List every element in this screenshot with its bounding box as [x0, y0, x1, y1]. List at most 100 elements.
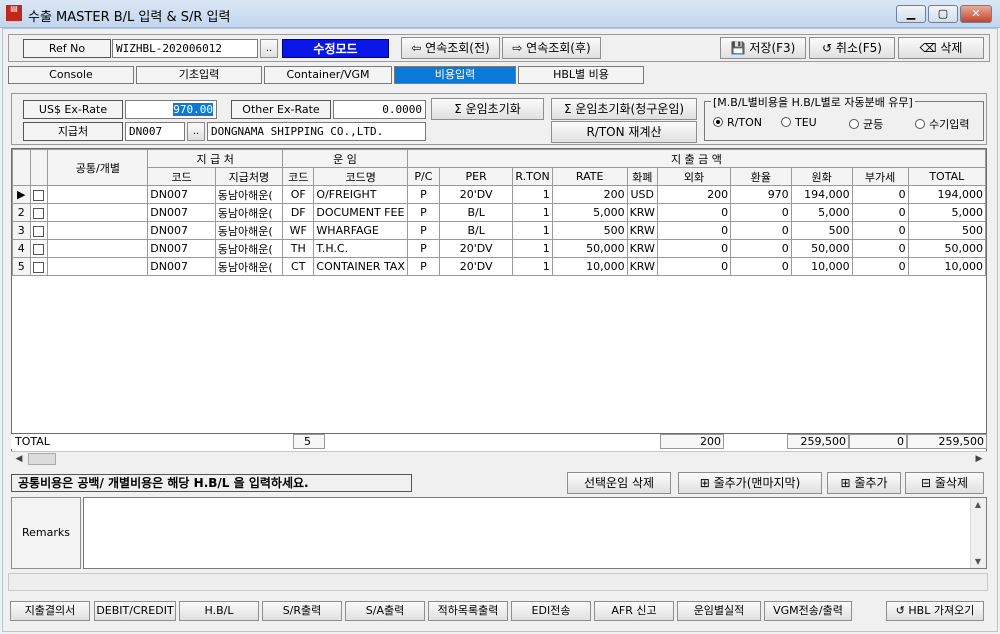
col-payee-code-cell[interactable]: DN007: [147, 185, 216, 204]
save-button[interactable]: 💾 저장(F3): [720, 37, 806, 59]
col-currency-cell[interactable]: KRW: [626, 257, 658, 276]
col-rate-cell[interactable]: 500: [551, 221, 628, 240]
row-checkbox[interactable]: [33, 189, 45, 201]
col-per-cell[interactable]: B/L: [438, 203, 514, 222]
vgm-send-button[interactable]: VGM전송/출력: [764, 601, 852, 621]
table-row[interactable]: ▶ DN007 동남아해운(OF O/FREIGHT P 20'DV 1 200 USD 200 9…: [12, 185, 986, 204]
col-payee-name-cell[interactable]: 동남아해운(: [214, 203, 284, 222]
delete-row-button[interactable]: ⊟ 줄삭제: [905, 472, 984, 494]
col-total-cell[interactable]: 50,000: [907, 239, 986, 258]
col-exrate-header[interactable]: 환율: [730, 167, 792, 186]
col-foreign-cell[interactable]: 0: [656, 203, 732, 222]
col-vat-header[interactable]: 부가세: [851, 167, 909, 186]
debit-credit-button[interactable]: DEBIT/CREDIT: [94, 601, 176, 621]
table-row[interactable]: 5 DN007 동남아해운(CT CONTAINER TAX P 20'DV 1 10,000…: [12, 257, 986, 276]
col-per-cell[interactable]: 20'DV: [438, 185, 514, 204]
col-freight-code-cell[interactable]: TH: [282, 239, 315, 258]
col-rate-header[interactable]: RATE: [551, 167, 628, 186]
scroll-up-icon[interactable]: ▲: [971, 500, 985, 509]
tab-hbl-cost[interactable]: HBL별 비용: [518, 66, 644, 84]
col-vat-cell[interactable]: 0: [851, 239, 909, 258]
sr-print-button[interactable]: S/R출력: [262, 601, 342, 621]
payee-lookup-button[interactable]: ..: [187, 122, 205, 141]
col-freight-code-cell[interactable]: CT: [282, 257, 315, 276]
freight-init-button[interactable]: Σ 운임초기화: [431, 98, 544, 120]
col-exrate-cell[interactable]: 0: [730, 239, 792, 258]
col-freight-code-cell[interactable]: WF: [282, 221, 315, 240]
close-button[interactable]: ✕: [960, 5, 992, 23]
col-foreign-cell[interactable]: 200: [656, 185, 732, 204]
usd-rate-input[interactable]: 970.00: [125, 100, 217, 119]
ref-lookup-button[interactable]: ..: [260, 39, 278, 58]
expense-report-button[interactable]: 지출결의서: [10, 601, 90, 621]
scroll-right-icon[interactable]: ▶: [971, 452, 987, 467]
other-rate-input[interactable]: 0.0000: [333, 100, 426, 119]
share-cell[interactable]: [47, 185, 149, 204]
share-cell[interactable]: [47, 221, 149, 240]
col-krw-cell[interactable]: 10,000: [790, 257, 853, 276]
maximize-button[interactable]: ▢: [928, 5, 958, 23]
row-number[interactable]: ▶: [12, 185, 31, 204]
col-foreign-header[interactable]: 외화: [656, 167, 732, 186]
col-rton-cell[interactable]: 1: [512, 185, 553, 204]
col-vat-cell[interactable]: 0: [851, 203, 909, 222]
afr-report-button[interactable]: AFR 신고: [594, 601, 674, 621]
share-cell[interactable]: [47, 257, 149, 276]
rton-recalc-button[interactable]: R/TON 재계산: [551, 121, 697, 143]
table-row[interactable]: 4 DN007 동남아해운(TH T.H.C. P 20'DV 1 50,000 KRW 0 0 50…: [12, 239, 986, 258]
remarks-scrollbar[interactable]: ▲ ▼: [970, 498, 986, 568]
col-pc-cell[interactable]: P: [406, 257, 440, 276]
add-row-button[interactable]: ⊞ 줄추가: [827, 472, 901, 494]
manifest-print-button[interactable]: 적하목록출력: [428, 601, 508, 621]
remarks-textarea[interactable]: ▲ ▼: [83, 497, 987, 569]
col-payee-code-header[interactable]: 코드: [147, 167, 216, 186]
minimize-button[interactable]: ▁: [896, 5, 926, 23]
col-freight-name-cell[interactable]: WHARFAGE: [313, 221, 408, 240]
col-vat-cell[interactable]: 0: [851, 185, 909, 204]
col-freight-name-cell[interactable]: DOCUMENT FEE: [313, 203, 408, 222]
col-payee-name-cell[interactable]: 동남아해운(: [214, 257, 284, 276]
col-payee-name-cell[interactable]: 동남아해운(: [214, 239, 284, 258]
col-pc-cell[interactable]: P: [406, 221, 440, 240]
col-total-cell[interactable]: 10,000: [907, 257, 986, 276]
col-exrate-cell[interactable]: 0: [730, 221, 792, 240]
sa-print-button[interactable]: S/A출력: [345, 601, 425, 621]
col-payee-name-header[interactable]: 지급처명: [214, 167, 284, 186]
col-payee-code-cell[interactable]: DN007: [147, 257, 216, 276]
col-foreign-cell[interactable]: 0: [656, 239, 732, 258]
col-vat-cell[interactable]: 0: [851, 221, 909, 240]
col-total-cell[interactable]: 194,000: [907, 185, 986, 204]
col-freight-name-cell[interactable]: CONTAINER TAX: [313, 257, 408, 276]
col-vat-cell[interactable]: 0: [851, 257, 909, 276]
col-freight-code-cell[interactable]: DF: [282, 203, 315, 222]
row-checkbox[interactable]: [33, 207, 45, 219]
col-payee-name-cell[interactable]: 동남아해운(: [214, 221, 284, 240]
table-row[interactable]: 3 DN007 동남아해운(WF WHARFAGE P B/L 1 500 KRW 0 0 500 0 5…: [12, 221, 986, 240]
col-rate-cell[interactable]: 200: [551, 185, 628, 204]
col-exrate-cell[interactable]: 970: [730, 185, 792, 204]
col-rton-cell[interactable]: 1: [512, 203, 553, 222]
col-freight-name-cell[interactable]: T.H.C.: [313, 239, 408, 258]
cancel-button[interactable]: ↺ 취소(F5): [809, 37, 895, 59]
col-per-cell[interactable]: B/L: [438, 221, 514, 240]
share-cell[interactable]: [47, 203, 149, 222]
col-per-header[interactable]: PER: [438, 167, 514, 186]
col-per-cell[interactable]: 20'DV: [438, 257, 514, 276]
hbl-button[interactable]: H.B/L: [179, 601, 259, 621]
col-freight-code-cell[interactable]: OF: [282, 185, 315, 204]
grid-hscrollbar[interactable]: ◀ ▶: [11, 451, 987, 466]
col-per-cell[interactable]: 20'DV: [438, 239, 514, 258]
share-cell[interactable]: [47, 239, 149, 258]
row-number[interactable]: 2: [12, 203, 31, 222]
edi-send-button[interactable]: EDI전송: [511, 601, 591, 621]
col-total-cell[interactable]: 5,000: [907, 203, 986, 222]
row-number[interactable]: 5: [12, 257, 31, 276]
scroll-left-icon[interactable]: ◀: [11, 452, 27, 467]
row-checkbox[interactable]: [33, 261, 45, 273]
col-exrate-cell[interactable]: 0: [730, 257, 792, 276]
col-foreign-cell[interactable]: 0: [656, 257, 732, 276]
col-rton-cell[interactable]: 1: [512, 257, 553, 276]
col-krw-cell[interactable]: 50,000: [790, 239, 853, 258]
next-record-button[interactable]: ⇨ 연속조회(후): [502, 37, 601, 59]
row-checkbox[interactable]: [33, 225, 45, 237]
